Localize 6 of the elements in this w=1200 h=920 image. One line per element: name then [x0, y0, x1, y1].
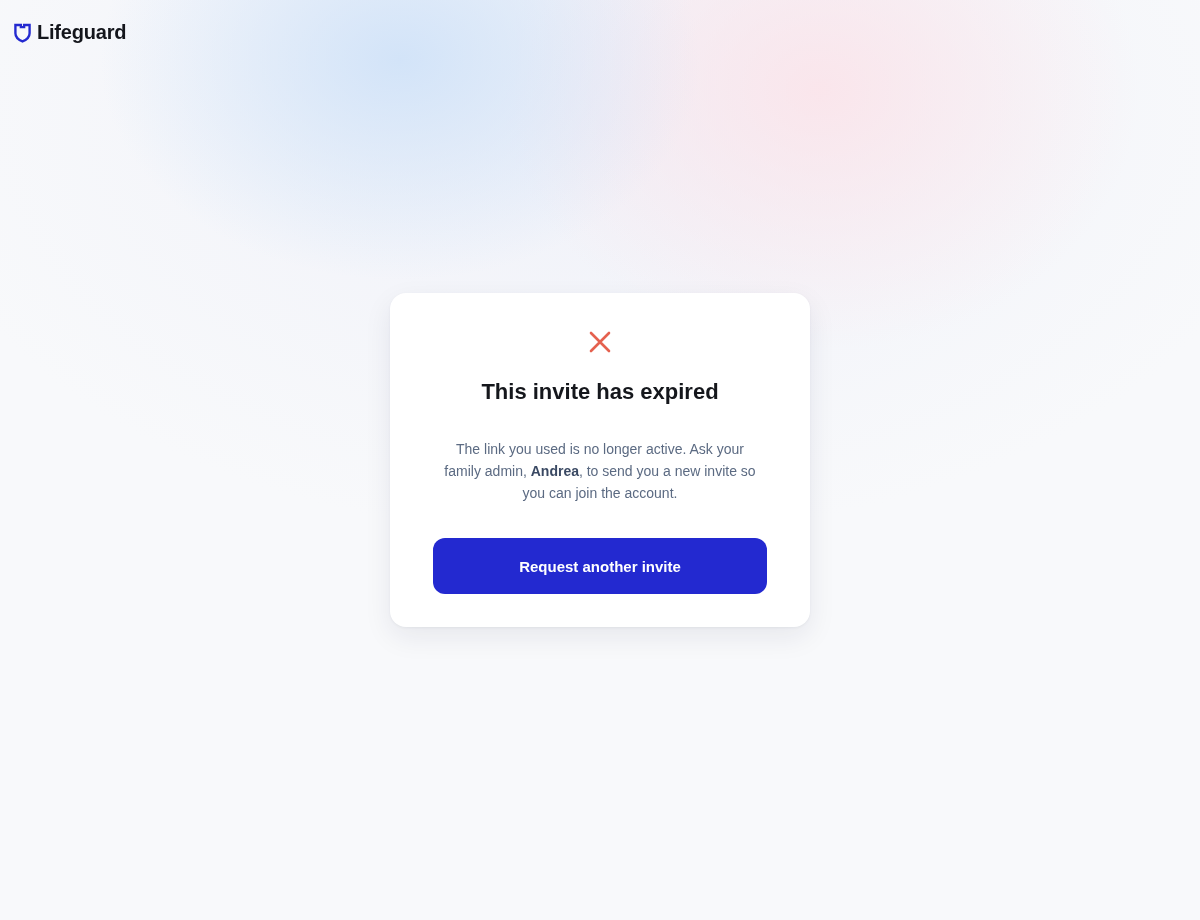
dialog-title: This invite has expired [481, 378, 719, 406]
request-invite-button[interactable]: Request another invite [433, 538, 767, 594]
shield-logo-icon [13, 22, 32, 43]
close-x-icon [589, 331, 611, 353]
brand-name: Lifeguard [37, 21, 127, 44]
dialog-message: The link you used is no longer active. Ask your family admin, Andrea, to send you a new invite so you can join the account. [443, 440, 757, 503]
